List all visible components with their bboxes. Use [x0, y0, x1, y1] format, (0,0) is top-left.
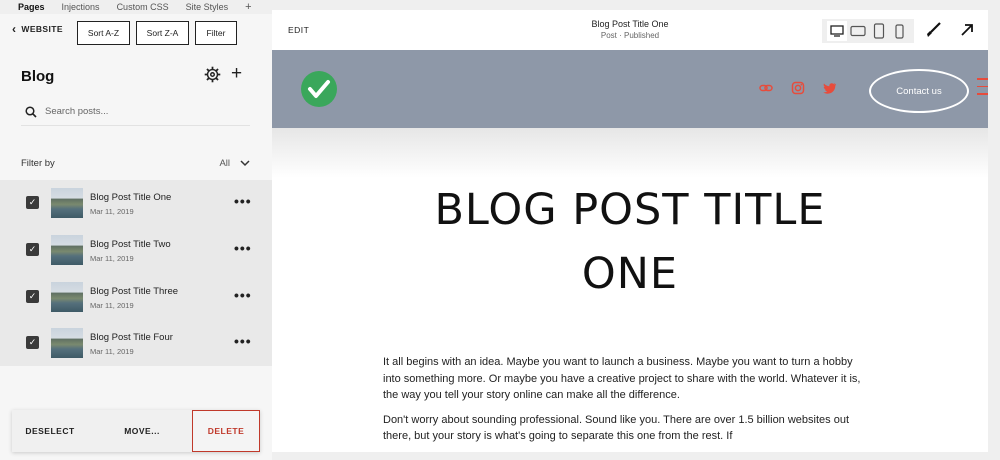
search-icon [25, 105, 37, 118]
deselect-button[interactable]: DESELECT [12, 410, 88, 452]
search-input[interactable] [45, 106, 235, 117]
post-list: ✓ Blog Post Title One Mar 11, 2019 ••• ✓… [0, 180, 272, 366]
chevron-left-icon: ‹ [12, 22, 17, 36]
external-link-icon[interactable] [960, 23, 974, 37]
site-header: Contact us [272, 50, 988, 128]
add-post-button[interactable]: + [231, 64, 242, 83]
checkbox-icon[interactable]: ✓ [26, 290, 39, 303]
preview-toolbar: EDIT Blog Post Title One Post · Publishe… [272, 10, 988, 50]
more-icon[interactable]: ••• [234, 333, 252, 349]
post-body: It all begins with an idea. Maybe you wa… [383, 354, 873, 452]
tab-custom-css[interactable]: Custom CSS [117, 2, 169, 12]
filter-label: Filter by [21, 157, 55, 169]
sidebar-toolbar: ‹ WEBSITE Sort A-Z Sort Z-A Filter [0, 18, 272, 45]
list-item[interactable]: ✓ Blog Post Title Two Mar 11, 2019 ••• [0, 227, 272, 273]
sort-za-button[interactable]: Sort Z-A [136, 21, 189, 45]
tab-injections[interactable]: Injections [62, 2, 100, 12]
more-icon[interactable]: ••• [234, 240, 252, 256]
tab-site-styles[interactable]: Site Styles [186, 2, 229, 12]
header-shadow [272, 128, 988, 178]
checkbox-icon[interactable]: ✓ [26, 196, 39, 209]
tablet-portrait-icon[interactable] [869, 21, 889, 41]
more-icon[interactable]: ••• [234, 193, 252, 209]
sort-az-button[interactable]: Sort A-Z [77, 21, 130, 45]
filter-row[interactable]: Filter by All [21, 156, 250, 170]
twitter-icon[interactable] [823, 81, 837, 95]
desktop-icon[interactable] [826, 21, 847, 41]
post-heading-line-1: BLOG POST TITLE [434, 185, 826, 235]
tablet-landscape-icon[interactable] [848, 21, 868, 41]
filter-button[interactable]: Filter [195, 21, 237, 45]
chevron-down-icon[interactable] [240, 159, 250, 167]
top-tabs: Pages Injections Custom CSS Site Styles … [0, 0, 272, 14]
move-button[interactable]: MOVE... [106, 410, 178, 452]
hamburger-icon[interactable] [977, 78, 988, 96]
post-heading-line-2: ONE [581, 249, 679, 299]
checkbox-icon[interactable]: ✓ [26, 336, 39, 349]
filter-value[interactable]: All [219, 158, 230, 169]
link-icon[interactable] [759, 81, 773, 95]
mobile-icon[interactable] [890, 21, 910, 41]
post-paragraph: Don't worry about sounding professional.… [383, 413, 850, 443]
post-thumbnail [51, 188, 83, 218]
checkbox-icon[interactable]: ✓ [26, 243, 39, 256]
back-to-website-button[interactable]: ‹ WEBSITE [12, 22, 63, 36]
site-preview: EDIT Blog Post Title One Post · Publishe… [272, 10, 988, 452]
post-thumbnail [51, 282, 83, 312]
gear-icon[interactable] [204, 66, 221, 83]
contact-us-button[interactable]: Contact us [869, 69, 969, 113]
post-date: Mar 11, 2019 [90, 301, 134, 310]
sidebar: ‹ WEBSITE Sort A-Z Sort Z-A Filter Blog … [0, 14, 272, 460]
instagram-icon[interactable] [791, 81, 805, 95]
add-tab-icon[interactable]: + [245, 1, 251, 13]
post-heading: BLOG POST TITLE ONE [272, 178, 988, 306]
list-item[interactable]: ✓ Blog Post Title One Mar 11, 2019 ••• [0, 180, 272, 226]
post-paragraph: It all begins with an idea. Maybe you wa… [383, 356, 861, 401]
post-thumbnail [51, 328, 83, 358]
search-box [21, 98, 250, 126]
delete-button[interactable]: DELETE [192, 410, 260, 452]
more-icon[interactable]: ••• [234, 287, 252, 303]
device-switcher [822, 19, 914, 43]
list-item[interactable]: ✓ Blog Post Title Three Mar 11, 2019 ••• [0, 274, 272, 320]
post-date: Mar 11, 2019 [90, 347, 134, 356]
brush-icon[interactable] [925, 22, 941, 38]
bulk-action-bar: DESELECT MOVE... DELETE [12, 410, 260, 452]
tab-pages[interactable]: Pages [18, 2, 45, 12]
back-label: WEBSITE [21, 24, 63, 34]
post-date: Mar 11, 2019 [90, 207, 134, 216]
post-date: Mar 11, 2019 [90, 254, 134, 263]
checkmark-logo-icon[interactable] [301, 71, 337, 107]
list-item[interactable]: ✓ Blog Post Title Four Mar 11, 2019 ••• [0, 320, 272, 366]
post-title: Blog Post Title Two [90, 239, 171, 250]
post-title: Blog Post Title Three [90, 286, 179, 297]
post-thumbnail [51, 235, 83, 265]
post-title: Blog Post Title One [90, 192, 172, 203]
post-title: Blog Post Title Four [90, 332, 173, 343]
blog-title: Blog [21, 68, 55, 85]
